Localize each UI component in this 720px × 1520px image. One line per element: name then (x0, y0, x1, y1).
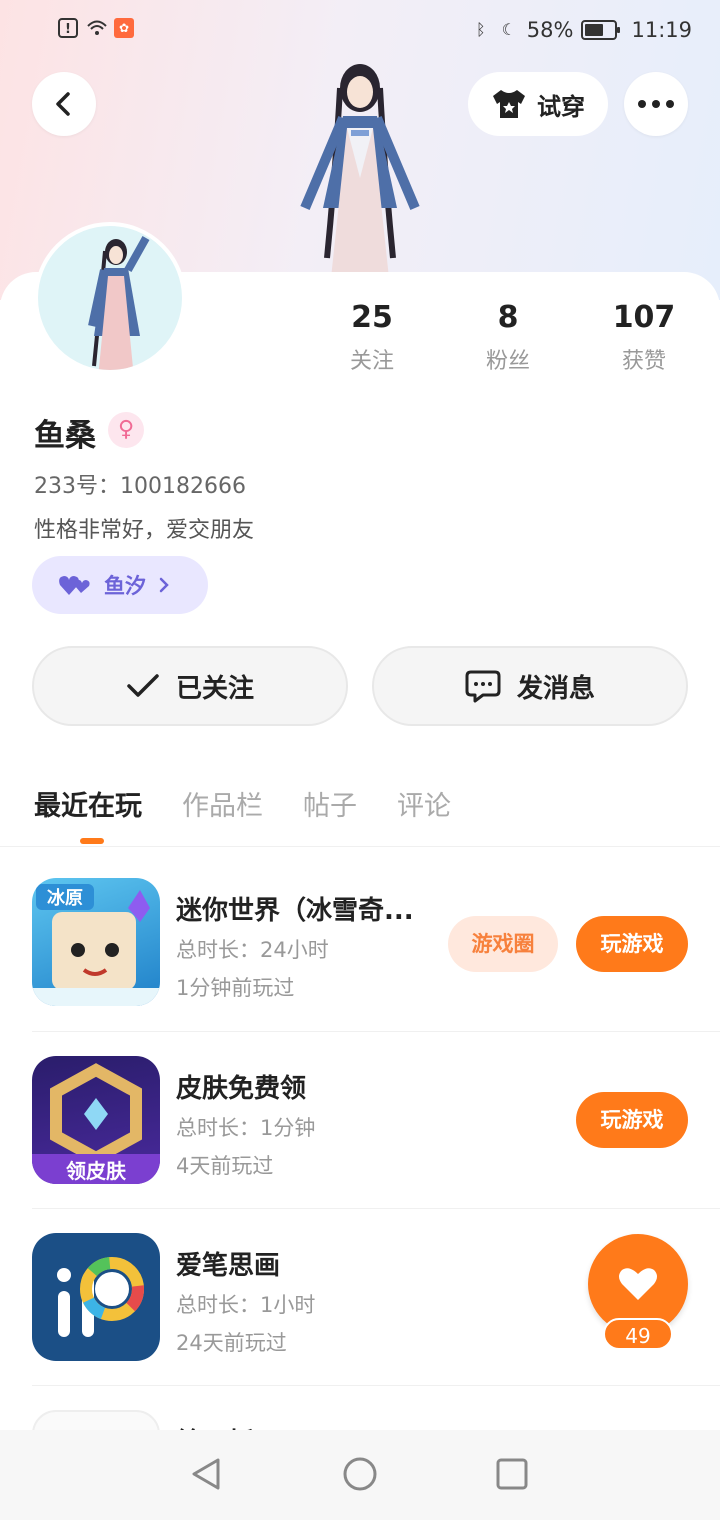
double-heart-icon (59, 576, 90, 595)
tab-recently-played[interactable]: 最近在玩 (34, 784, 142, 823)
user-bio: 性格非常好，爱交朋友 (34, 518, 255, 543)
nav-back-button[interactable] (186, 1454, 226, 1494)
battery-percent: 58% (526, 18, 574, 42)
alert-icon: ! (58, 18, 78, 38)
game-duration: 总时长：1小时 (176, 1293, 316, 1317)
active-tab-indicator (80, 838, 104, 844)
game-last-played: 1分钟前玩过 (176, 976, 295, 1000)
wifi-icon (86, 18, 107, 38)
game-name: 皮肤免费领 (176, 1074, 307, 1104)
avatar[interactable] (34, 222, 186, 374)
outfit-icon (493, 90, 525, 118)
game-duration: 总时长：24小时 (176, 938, 329, 962)
send-message-button[interactable]: 发消息 (372, 646, 688, 726)
game-duration: 总时长：1分钟 (176, 1116, 316, 1140)
like-count-badge: 49 (603, 1318, 673, 1350)
game-last-played: 4天前玩过 (176, 1154, 274, 1178)
tab-divider (0, 846, 720, 847)
status-bar: ! ✿ ᛒ ☾ 58% 11:19 (0, 0, 720, 60)
game-icon: 领皮肤 (32, 1056, 160, 1184)
stat-value: 8 (497, 300, 519, 335)
square-recents-icon (496, 1458, 528, 1490)
user-id: 233号：100182666 (34, 474, 246, 499)
tab-works[interactable]: 作品栏 (182, 784, 263, 823)
more-dots-icon (638, 100, 674, 108)
circle-home-icon (343, 1457, 377, 1491)
check-icon (127, 674, 159, 697)
tab-posts[interactable]: 帖子 (303, 784, 357, 823)
more-options-button[interactable] (624, 72, 688, 136)
stat-value: 107 (612, 300, 676, 335)
follow-label: 已关注 (175, 673, 254, 704)
game-row[interactable]: 冰原 迷你世界（冰雪奇... 总时长：24小时 1分钟前玩过 游戏圈 玩游戏 (32, 878, 688, 1054)
stat-likes[interactable]: 107 获赞 (589, 300, 699, 375)
game-icon (32, 1410, 160, 1430)
female-gender-icon: ♀ (108, 412, 144, 448)
stat-value: 25 (351, 300, 393, 335)
game-circle-button[interactable]: 游戏圈 (448, 916, 558, 972)
moon-icon: ☾ (501, 20, 516, 39)
row-divider (32, 1031, 720, 1032)
game-last-played: 24天前玩过 (176, 1331, 287, 1355)
chevron-left-icon (56, 92, 70, 116)
play-game-button[interactable]: 玩游戏 (576, 1092, 688, 1148)
row-divider (32, 1385, 720, 1386)
cp-partner-name: 鱼汐 (104, 574, 146, 598)
battery-icon (581, 20, 621, 40)
app-notification-icon: ✿ (114, 18, 134, 38)
nav-recents-button[interactable] (492, 1454, 532, 1494)
clock: 11:19 (631, 18, 692, 42)
triangle-back-icon (192, 1458, 220, 1490)
cp-partner-tag[interactable]: 鱼汐 (32, 556, 208, 614)
game-row[interactable]: 绘画板 (32, 1410, 688, 1430)
play-game-button[interactable]: 玩游戏 (576, 916, 688, 972)
try-on-label: 试穿 (537, 92, 585, 121)
message-label: 发消息 (516, 673, 595, 704)
heart-icon (619, 1268, 657, 1300)
follow-button[interactable]: 已关注 (32, 646, 348, 726)
username: 鱼桑 (34, 418, 96, 454)
game-row[interactable]: 爱笔思画 总时长：1小时 24天前玩过 (32, 1233, 688, 1409)
stat-label: 粉丝 (485, 349, 530, 374)
stat-label: 关注 (349, 349, 394, 374)
game-name: 绘画板 (176, 1422, 254, 1430)
profile-tabs: 最近在玩 作品栏 帖子 评论 (34, 784, 451, 823)
game-name: 迷你世界（冰雪奇... (176, 896, 414, 926)
chat-bubble-icon (465, 670, 501, 703)
game-icon: 冰原 (32, 878, 160, 1006)
game-row[interactable]: 领皮肤 皮肤免费领 总时长：1分钟 4天前玩过 玩游戏 (32, 1056, 688, 1232)
stat-following[interactable]: 25 关注 (317, 300, 427, 375)
avatar-character-figure (300, 64, 420, 278)
chevron-right-icon (159, 577, 169, 593)
game-icon-text: 冰原 (47, 887, 83, 909)
back-button[interactable] (32, 72, 96, 136)
stat-label: 获赞 (621, 349, 666, 374)
try-on-button[interactable]: 试穿 (468, 72, 608, 136)
stat-followers[interactable]: 8 粉丝 (453, 300, 563, 375)
game-icon-text: 领皮肤 (66, 1159, 127, 1183)
game-name: 爱笔思画 (176, 1251, 281, 1281)
nav-home-button[interactable] (340, 1454, 380, 1494)
row-divider (32, 1208, 720, 1209)
tab-comments[interactable]: 评论 (397, 784, 451, 823)
system-navigation-bar (0, 1430, 720, 1520)
game-icon (32, 1233, 160, 1361)
bluetooth-icon: ᛒ (475, 20, 486, 39)
